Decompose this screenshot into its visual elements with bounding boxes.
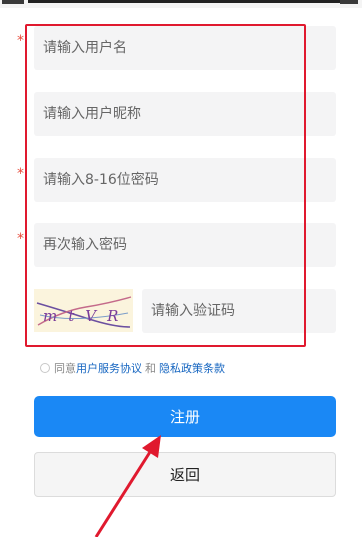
annotation-arrow — [94, 435, 161, 537]
